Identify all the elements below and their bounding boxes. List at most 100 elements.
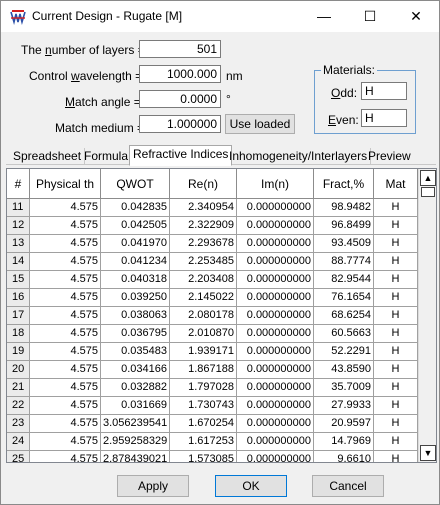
close-button[interactable]: ✕ bbox=[393, 1, 439, 31]
table-row[interactable]: 25 4.575 2.878439021 1.573085 0.000000000 9.6… bbox=[7, 451, 418, 462]
cell-physical[interactable]: 4.575 bbox=[30, 343, 101, 361]
ok-button[interactable]: OK bbox=[215, 475, 287, 497]
even-material-input[interactable]: H bbox=[361, 109, 407, 127]
cell-physical[interactable]: 4.575 bbox=[30, 361, 101, 379]
cell-index[interactable]: 18 bbox=[7, 325, 30, 343]
cell-qwot[interactable]: 0.042835 bbox=[101, 199, 170, 217]
cell-index[interactable]: 15 bbox=[7, 271, 30, 289]
cell-qwot[interactable]: 2.878439021 bbox=[101, 451, 170, 462]
cell-im-n[interactable]: 0.000000000 bbox=[237, 199, 314, 217]
cell-im-n[interactable]: 0.000000000 bbox=[237, 433, 314, 451]
tab-refractive-indices[interactable]: Refractive Indices bbox=[129, 145, 233, 166]
match-medium-input[interactable]: 1.000000 bbox=[139, 115, 221, 133]
scroll-down-icon[interactable]: ▼ bbox=[420, 445, 436, 461]
cell-physical[interactable]: 4.575 bbox=[30, 217, 101, 235]
refractive-indices-grid[interactable]: # Physical th QWOT Re(n) Im(n) Fract,% M… bbox=[6, 168, 437, 463]
minimize-button[interactable]: — bbox=[301, 1, 347, 31]
cell-im-n[interactable]: 0.000000000 bbox=[237, 361, 314, 379]
tab-preview[interactable]: Preview bbox=[365, 148, 414, 165]
cell-physical[interactable]: 4.575 bbox=[30, 325, 101, 343]
cell-index[interactable]: 16 bbox=[7, 289, 30, 307]
table-row[interactable]: 12 4.575 0.042505 2.322909 0.000000000 96.849… bbox=[7, 217, 418, 235]
cell-index[interactable]: 13 bbox=[7, 235, 30, 253]
table-row[interactable]: 16 4.575 0.039250 2.145022 0.000000000 76.165… bbox=[7, 289, 418, 307]
cell-re-n[interactable]: 2.010870 bbox=[170, 325, 237, 343]
table-row[interactable]: 17 4.575 0.038063 2.080178 0.000000000 68.625… bbox=[7, 307, 418, 325]
cell-mat[interactable]: H bbox=[374, 199, 418, 217]
cell-mat[interactable]: H bbox=[374, 415, 418, 433]
cell-index[interactable]: 14 bbox=[7, 253, 30, 271]
cell-physical[interactable]: 4.575 bbox=[30, 451, 101, 462]
cell-fract[interactable]: 93.4509 bbox=[314, 235, 374, 253]
cell-mat[interactable]: H bbox=[374, 325, 418, 343]
tab-formula[interactable]: Formula bbox=[81, 148, 133, 165]
col-header-fract[interactable]: Fract,% bbox=[314, 169, 374, 199]
col-header-re-n[interactable]: Re(n) bbox=[170, 169, 237, 199]
cell-im-n[interactable]: 0.000000000 bbox=[237, 451, 314, 462]
cell-mat[interactable]: H bbox=[374, 361, 418, 379]
cell-mat[interactable]: H bbox=[374, 397, 418, 415]
cell-re-n[interactable]: 2.203408 bbox=[170, 271, 237, 289]
cell-index[interactable]: 21 bbox=[7, 379, 30, 397]
scroll-up-icon[interactable]: ▲ bbox=[420, 170, 436, 186]
cell-im-n[interactable]: 0.000000000 bbox=[237, 235, 314, 253]
cell-re-n[interactable]: 1.617253 bbox=[170, 433, 237, 451]
cell-re-n[interactable]: 1.573085 bbox=[170, 451, 237, 462]
cell-qwot[interactable]: 2.959258329 bbox=[101, 433, 170, 451]
cell-im-n[interactable]: 0.000000000 bbox=[237, 379, 314, 397]
col-header-index[interactable]: # bbox=[7, 169, 30, 199]
table-row[interactable]: 20 4.575 0.034166 1.867188 0.000000000 43.859… bbox=[7, 361, 418, 379]
cell-re-n[interactable]: 2.340954 bbox=[170, 199, 237, 217]
cell-qwot[interactable]: 0.041970 bbox=[101, 235, 170, 253]
cell-qwot[interactable]: 0.038063 bbox=[101, 307, 170, 325]
cell-im-n[interactable]: 0.000000000 bbox=[237, 397, 314, 415]
cell-mat[interactable]: H bbox=[374, 253, 418, 271]
cell-mat[interactable]: H bbox=[374, 217, 418, 235]
table-row[interactable]: 13 4.575 0.041970 2.293678 0.000000000 93.450… bbox=[7, 235, 418, 253]
cell-fract[interactable]: 9.6610 bbox=[314, 451, 374, 462]
use-loaded-button[interactable]: Use loaded bbox=[225, 114, 295, 134]
cell-fract[interactable]: 82.9544 bbox=[314, 271, 374, 289]
cell-mat[interactable]: H bbox=[374, 235, 418, 253]
cell-qwot[interactable]: 0.041234 bbox=[101, 253, 170, 271]
cell-fract[interactable]: 68.6254 bbox=[314, 307, 374, 325]
cell-re-n[interactable]: 2.080178 bbox=[170, 307, 237, 325]
title-bar[interactable]: Current Design - Rugate [M] — ☐ ✕ bbox=[1, 1, 439, 32]
table-row[interactable]: 22 4.575 0.031669 1.730743 0.000000000 27.993… bbox=[7, 397, 418, 415]
cell-index[interactable]: 25 bbox=[7, 451, 30, 462]
cell-qwot[interactable]: 3.056239541 bbox=[101, 415, 170, 433]
cell-physical[interactable]: 4.575 bbox=[30, 379, 101, 397]
cell-re-n[interactable]: 1.730743 bbox=[170, 397, 237, 415]
cell-qwot[interactable]: 0.032882 bbox=[101, 379, 170, 397]
cell-qwot[interactable]: 0.036795 bbox=[101, 325, 170, 343]
cell-mat[interactable]: H bbox=[374, 271, 418, 289]
cell-mat[interactable]: H bbox=[374, 289, 418, 307]
table-row[interactable]: 23 4.575 3.056239541 1.670254 0.000000000 20.… bbox=[7, 415, 418, 433]
cell-re-n[interactable]: 2.253485 bbox=[170, 253, 237, 271]
apply-button[interactable]: Apply bbox=[117, 475, 189, 497]
cell-fract[interactable]: 20.9597 bbox=[314, 415, 374, 433]
table-row[interactable]: 21 4.575 0.032882 1.797028 0.000000000 35.700… bbox=[7, 379, 418, 397]
cell-re-n[interactable]: 2.293678 bbox=[170, 235, 237, 253]
cell-physical[interactable]: 4.575 bbox=[30, 289, 101, 307]
cell-im-n[interactable]: 0.000000000 bbox=[237, 289, 314, 307]
table-row[interactable]: 24 4.575 2.959258329 1.617253 0.000000000 14.… bbox=[7, 433, 418, 451]
scroll-thumb[interactable] bbox=[421, 187, 435, 197]
cell-physical[interactable]: 4.575 bbox=[30, 415, 101, 433]
cell-index[interactable]: 22 bbox=[7, 397, 30, 415]
table-row[interactable]: 18 4.575 0.036795 2.010870 0.000000000 60.566… bbox=[7, 325, 418, 343]
cell-im-n[interactable]: 0.000000000 bbox=[237, 325, 314, 343]
cell-re-n[interactable]: 1.939171 bbox=[170, 343, 237, 361]
cell-re-n[interactable]: 1.867188 bbox=[170, 361, 237, 379]
cell-fract[interactable]: 27.9933 bbox=[314, 397, 374, 415]
tab-spreadsheet[interactable]: Spreadsheet bbox=[10, 148, 86, 165]
cell-physical[interactable]: 4.575 bbox=[30, 307, 101, 325]
cell-fract[interactable]: 96.8499 bbox=[314, 217, 374, 235]
cell-fract[interactable]: 52.2291 bbox=[314, 343, 374, 361]
cell-index[interactable]: 19 bbox=[7, 343, 30, 361]
cell-mat[interactable]: H bbox=[374, 451, 418, 462]
cell-re-n[interactable]: 1.797028 bbox=[170, 379, 237, 397]
col-header-physical[interactable]: Physical th bbox=[30, 169, 101, 199]
cell-mat[interactable]: H bbox=[374, 307, 418, 325]
cell-index[interactable]: 24 bbox=[7, 433, 30, 451]
